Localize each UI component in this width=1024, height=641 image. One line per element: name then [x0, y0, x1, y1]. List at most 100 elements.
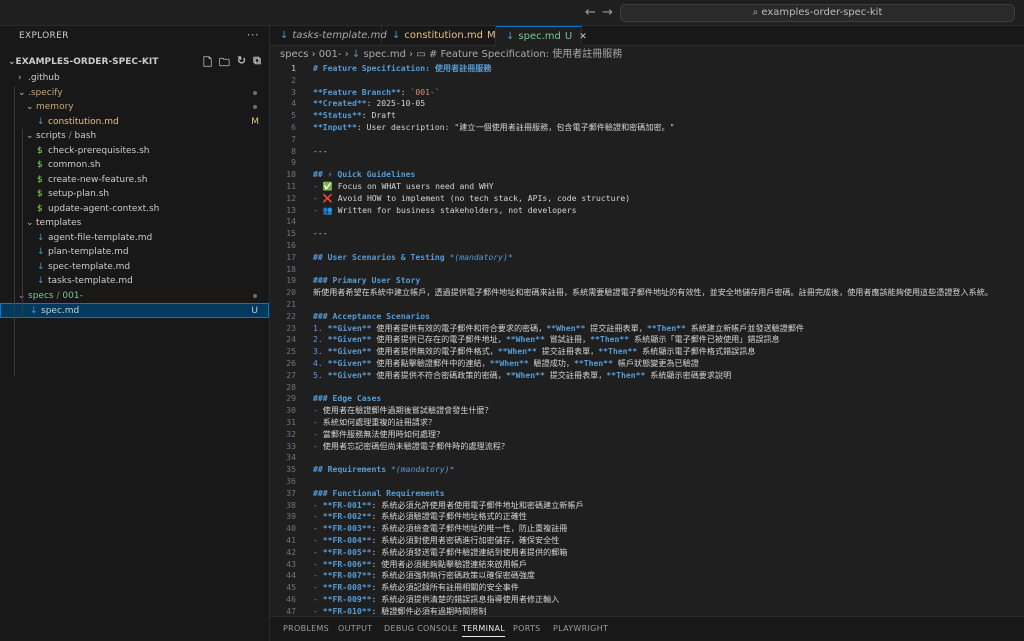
file-item[interactable]: $ update-agent-context.sh: [0, 202, 269, 217]
code-line[interactable]: 18: [270, 264, 1024, 276]
markdown-file-icon: ↓: [30, 306, 38, 316]
token: -: [313, 523, 323, 534]
file-item[interactable]: ↓ spec-template.md: [0, 260, 269, 275]
file-item[interactable]: $ create-new-feature.sh: [0, 173, 269, 188]
folder-item[interactable]: ⌄ scripts / bash: [0, 129, 269, 144]
file-item[interactable]: ↓ plan-template.md: [0, 245, 269, 260]
code-line[interactable]: 12 - ❌ Avoid HOW to implement (no tech st…: [270, 193, 1024, 205]
code-line[interactable]: 17 ## User Scenarios & Testing *(mandator…: [270, 252, 1024, 264]
code-line[interactable]: 19 ### Primary User Story: [270, 275, 1024, 287]
code-line[interactable]: 39 - **FR-002**: 系統必須驗證電子郵件地址格式的正確性: [270, 511, 1024, 523]
markdown-file-icon: ↓: [37, 232, 45, 243]
command-center-search[interactable]: ⌕ examples-order-spec-kit: [620, 4, 1015, 22]
code-line[interactable]: 30 - 使用者在驗證郵件過期後嘗試驗證會發生什麼？: [270, 405, 1024, 417]
folder-item[interactable]: ⌄ memory: [0, 100, 269, 115]
folder-item[interactable]: ⌄specs / 001-: [0, 289, 269, 304]
code-line[interactable]: 10 ## ⚡ Quick Guidelines: [270, 169, 1024, 181]
token: : 系統必須允許使用者使用電子郵件地址和密碼建立新帳戶: [371, 499, 584, 510]
back-arrow-icon[interactable]: ←: [585, 5, 596, 21]
code-line[interactable]: 4 **Created**: 2025-10-05: [270, 98, 1024, 110]
code-line[interactable]: 14: [270, 216, 1024, 228]
code-line[interactable]: 23 1. **Given** 使用者提供有效的電子郵件和符合要求的密碼，**Wh…: [270, 323, 1024, 335]
token: ### Primary User Story: [313, 275, 421, 286]
code-line[interactable]: 11 - ✅ Focus on WHAT users need and WHY: [270, 181, 1024, 193]
code-line[interactable]: 25 3. **Given** 使用者提供無效的電子郵件格式，**When** 提…: [270, 346, 1024, 358]
breadcrumb-specs[interactable]: specs: [280, 49, 308, 60]
code-line[interactable]: 43 - **FR-006**: 使用者必須能夠點擊驗證連結來啟用帳戶: [270, 559, 1024, 571]
code-line[interactable]: 1 # Feature Specification: 使用者註冊服務: [270, 63, 1024, 75]
more-actions-icon[interactable]: ···: [247, 28, 259, 42]
token: -: [313, 546, 323, 557]
breadcrumb-symbol[interactable]: # Feature Specification: 使用者註冊服務: [429, 49, 622, 60]
line-text: - ❌ Avoid HOW to implement (no tech stac…: [313, 193, 630, 205]
file-item[interactable]: ↓ agent-file-template.md: [0, 231, 269, 246]
code-line[interactable]: 38 - **FR-001**: 系統必須允許使用者使用電子郵件地址和密碼建立新帳…: [270, 500, 1024, 512]
code-line[interactable]: 34: [270, 452, 1024, 464]
code-line[interactable]: 2: [270, 75, 1024, 87]
breadcrumb-file[interactable]: spec.md: [363, 49, 405, 60]
code-line[interactable]: 31 - 系統如何處理重複的註冊請求？: [270, 417, 1024, 429]
file-item[interactable]: ↓ spec.md U: [0, 303, 269, 318]
token: **When**: [546, 322, 586, 333]
editor-tab[interactable]: ↓ tasks-template.md: [270, 26, 387, 46]
token: 驗證成功，: [528, 358, 574, 368]
panel-tab-problems[interactable]: PROBLEMS: [283, 624, 329, 633]
code-line[interactable]: 47 - **FR-010**: 驗證郵件必須有過期時間限制: [270, 606, 1024, 616]
code-line[interactable]: 42 - **FR-005**: 系統必須發送電子郵件驗證連結到使用者提供的郵箱: [270, 547, 1024, 559]
code-line[interactable]: 20 新使用者希望在系統中建立帳戶，透過提供電子郵件地址和密碼來註冊，系統需要驗證…: [270, 287, 1024, 299]
line-number: 36: [286, 476, 296, 486]
code-line[interactable]: 40 - **FR-003**: 系統必須檢查電子郵件地址的唯一性，防止重複註冊: [270, 523, 1024, 535]
code-line[interactable]: 33 - 使用者忘記密碼但尚未驗證電子郵件時的處理流程？: [270, 441, 1024, 453]
token: : 驗證郵件必須有過期時間限制: [371, 605, 487, 616]
token: **Given**: [327, 322, 372, 333]
folder-item[interactable]: › .github: [0, 71, 269, 86]
code-line[interactable]: 44 - **FR-007**: 系統必須強制執行密碼政策以確保密碼強度: [270, 570, 1024, 582]
code-line[interactable]: 46 - **FR-009**: 系統必須提供清楚的錯誤訊息指導使用者修正輸入: [270, 594, 1024, 606]
code-line[interactable]: 35 ## Requirements *(mandatory)*: [270, 464, 1024, 476]
token: **When**: [489, 358, 529, 368]
editor-tab[interactable]: ↓ spec.md U ✕: [496, 26, 587, 46]
code-line[interactable]: 41 - **FR-004**: 系統必須對使用者密碼進行加密儲存，確保安全性: [270, 535, 1024, 547]
code-line[interactable]: 16: [270, 240, 1024, 252]
tree-item-label: constitution.md: [48, 116, 119, 127]
breadcrumb-folder[interactable]: 001-: [319, 49, 342, 60]
code-line[interactable]: 5 **Status**: Draft: [270, 110, 1024, 122]
code-line[interactable]: 15 ---: [270, 228, 1024, 240]
code-line[interactable]: 3 **Feature Branch**: `001-`: [270, 87, 1024, 99]
code-line[interactable]: 24 2. **Given** 使用者提供已存在的電子郵件地址，**When** …: [270, 334, 1024, 346]
panel-tab-output[interactable]: OUTPUT: [338, 624, 372, 633]
close-icon[interactable]: ✕: [579, 32, 587, 42]
code-line[interactable]: 8 ---: [270, 146, 1024, 158]
file-item[interactable]: $ setup-plan.sh: [0, 187, 269, 202]
panel-tab-ports[interactable]: PORTS: [513, 624, 541, 633]
code-line[interactable]: 36: [270, 476, 1024, 488]
panel-tab-playwright[interactable]: PLAYWRIGHT: [553, 624, 608, 633]
file-item[interactable]: ↓ tasks-template.md: [0, 274, 269, 289]
panel-tab-debug-console[interactable]: DEBUG CONSOLE: [384, 624, 458, 633]
code-line[interactable]: 22 ### Acceptance Scenarios: [270, 311, 1024, 323]
panel-tab-terminal[interactable]: TERMINAL: [462, 624, 506, 637]
code-line[interactable]: 26 4. **Given** 使用者點擊驗證郵件中的連結，**When** 驗證…: [270, 358, 1024, 370]
code-line[interactable]: 6 **Input**: User description: "建立一個使用者註冊…: [270, 122, 1024, 134]
folder-item[interactable]: ⌄ .specify: [0, 86, 269, 101]
code-editor[interactable]: 1 # Feature Specification: 使用者註冊服務 2 3 **Fea…: [270, 63, 1024, 616]
code-line[interactable]: 27 5. **Given** 使用者提供不符合密碼政策的密碼，**When** …: [270, 370, 1024, 382]
code-line[interactable]: 29 ### Edge Cases: [270, 393, 1024, 405]
code-line[interactable]: 32 - 當郵件服務無法使用時如何處理？: [270, 429, 1024, 441]
file-item[interactable]: ↓ constitution.md M: [0, 115, 269, 130]
code-line[interactable]: 21: [270, 299, 1024, 311]
code-line[interactable]: 9: [270, 157, 1024, 169]
line-number: 8: [291, 145, 296, 156]
file-item[interactable]: $ check-prerequisites.sh: [0, 144, 269, 159]
code-line[interactable]: 13 - 👥 Written for business stakeholders,…: [270, 205, 1024, 217]
editor-tab[interactable]: ↓ constitution.md M: [382, 26, 496, 46]
line-number: 22: [286, 310, 296, 321]
file-item[interactable]: $ common.sh: [0, 158, 269, 173]
forward-arrow-icon[interactable]: →: [602, 5, 613, 21]
code-line[interactable]: 7: [270, 134, 1024, 146]
code-line[interactable]: 37 ### Functional Requirements: [270, 488, 1024, 500]
project-root[interactable]: ⌄ EXAMPLES-ORDER-SPEC-KIT 🗋 🗀 ↻ ⧉: [0, 53, 269, 71]
code-line[interactable]: 45 - **FR-008**: 系統必須記錄所有註冊相關的安全事件: [270, 582, 1024, 594]
folder-item[interactable]: ⌄ templates: [0, 216, 269, 231]
code-line[interactable]: 28: [270, 382, 1024, 394]
